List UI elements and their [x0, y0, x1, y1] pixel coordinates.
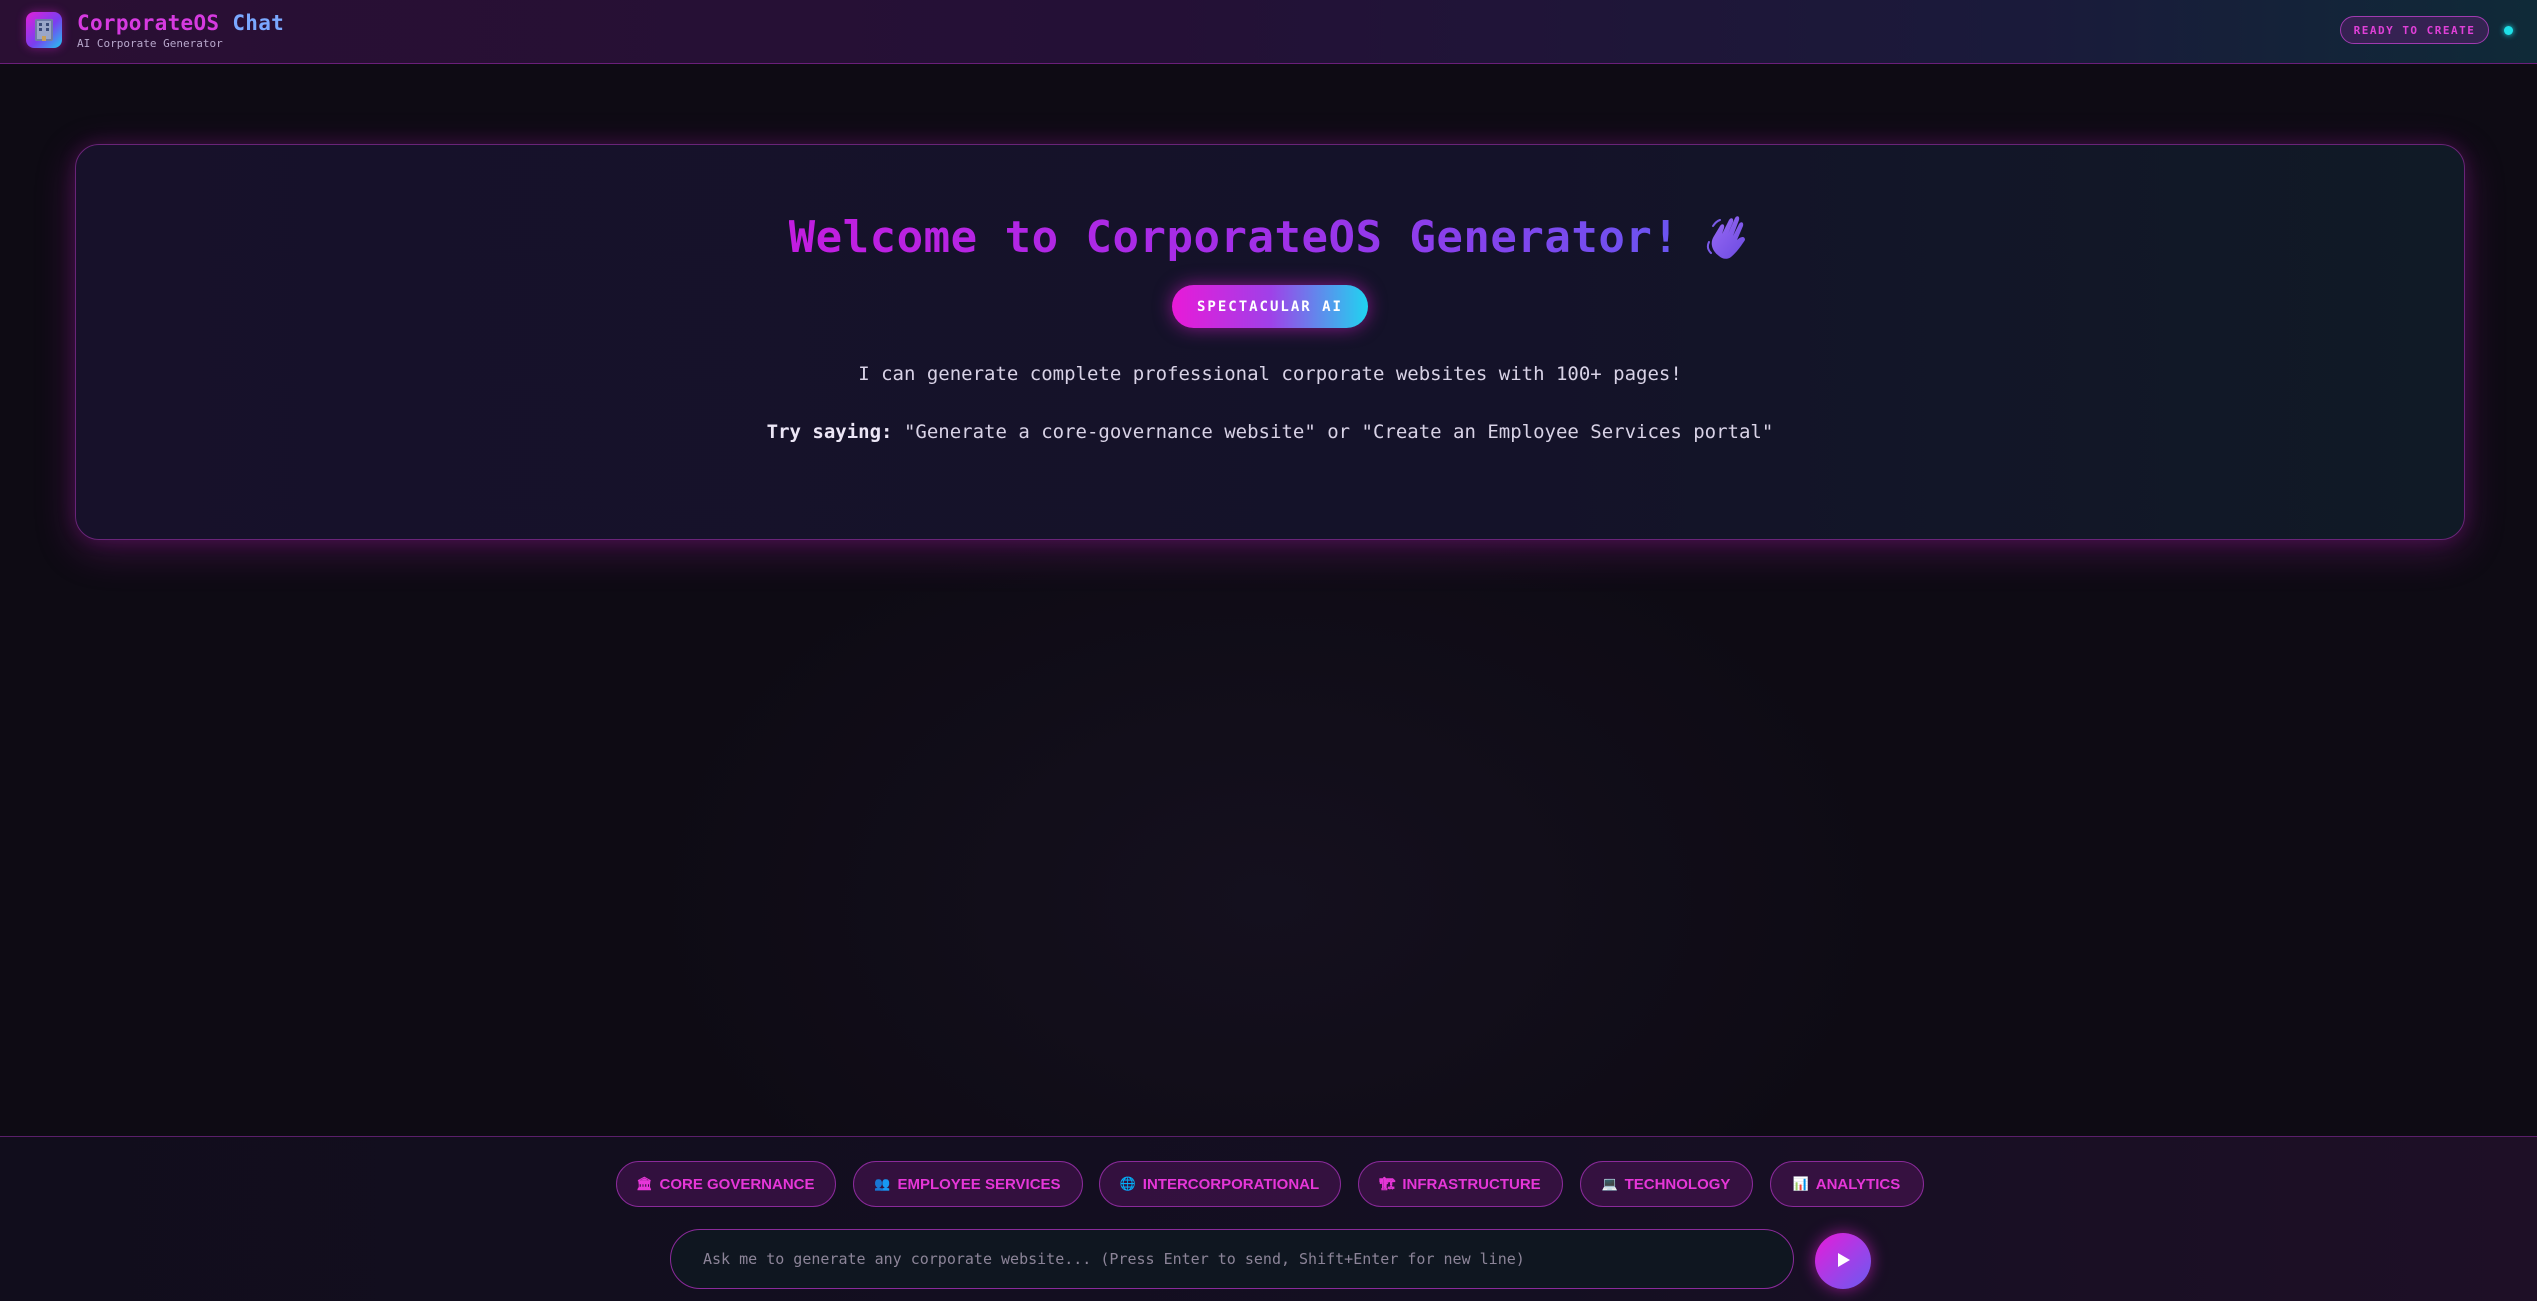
try-saying-label: Try saying:	[766, 421, 893, 443]
chat-composer: 🏛 CORE GOVERNANCE 👥 EMPLOYEE SERVICES 🌐 …	[0, 1136, 2537, 1301]
app-header: CorporateOS Chat AI Corporate Generator …	[0, 0, 2537, 64]
app-title-part2: Chat	[232, 11, 285, 35]
chip-label: EMPLOYEE SERVICES	[897, 1175, 1061, 1193]
chip-label: TECHNOLOGY	[1624, 1175, 1731, 1193]
waving-hand-icon	[1705, 212, 1751, 262]
laptop-icon: 💻	[1601, 1176, 1618, 1191]
construction-icon: 🏗	[1379, 1176, 1396, 1191]
play-icon	[1833, 1250, 1853, 1273]
chip-employee-services[interactable]: 👥 EMPLOYEE SERVICES	[853, 1161, 1083, 1207]
try-saying-examples: "Generate a core-governance website" or …	[903, 421, 1774, 443]
bar-chart-icon: 📊	[1792, 1176, 1809, 1191]
quick-category-chips: 🏛 CORE GOVERNANCE 👥 EMPLOYEE SERVICES 🌐 …	[0, 1161, 2537, 1207]
chip-infrastructure[interactable]: 🏗 INFRASTRUCTURE	[1358, 1161, 1563, 1207]
chip-label: INTERCORPORATIONAL	[1142, 1175, 1320, 1193]
people-icon: 👥	[874, 1176, 891, 1191]
chat-message-input[interactable]	[670, 1229, 1794, 1289]
welcome-description: I can generate complete professional cor…	[858, 363, 1682, 385]
chip-analytics[interactable]: 📊 ANALYTICS	[1770, 1161, 1924, 1207]
app-title: CorporateOS Chat	[77, 10, 284, 36]
brand: CorporateOS Chat AI Corporate Generator	[77, 10, 284, 51]
chip-label: CORE GOVERNANCE	[659, 1175, 815, 1193]
welcome-title-row: Welcome to CorporateOS Generator!	[76, 207, 2464, 267]
status-indicator-icon	[2504, 26, 2513, 35]
welcome-card: Welcome to CorporateOS Generator! SPECTA…	[75, 144, 2465, 540]
spectacular-ai-badge: SPECTACULAR AI	[1172, 285, 1368, 328]
office-building-icon	[26, 12, 62, 48]
chip-core-governance[interactable]: 🏛 CORE GOVERNANCE	[616, 1161, 836, 1207]
chip-technology[interactable]: 💻 TECHNOLOGY	[1580, 1161, 1753, 1207]
chip-intercorporational[interactable]: 🌐 INTERCORPORATIONAL	[1099, 1161, 1341, 1207]
app-subtitle: AI Corporate Generator	[77, 37, 223, 50]
send-button[interactable]	[1815, 1233, 1871, 1289]
try-saying-hint: Try saying: "Generate a core-governance …	[76, 421, 2464, 443]
classical-building-icon: 🏛	[636, 1176, 653, 1191]
status-badge: READY TO CREATE	[2340, 16, 2489, 44]
globe-icon: 🌐	[1119, 1176, 1136, 1191]
app-title-part1: CorporateOS	[77, 11, 220, 35]
chip-label: INFRASTRUCTURE	[1402, 1175, 1541, 1193]
chip-label: ANALYTICS	[1815, 1175, 1901, 1193]
welcome-title: Welcome to CorporateOS Generator!	[788, 211, 1680, 263]
